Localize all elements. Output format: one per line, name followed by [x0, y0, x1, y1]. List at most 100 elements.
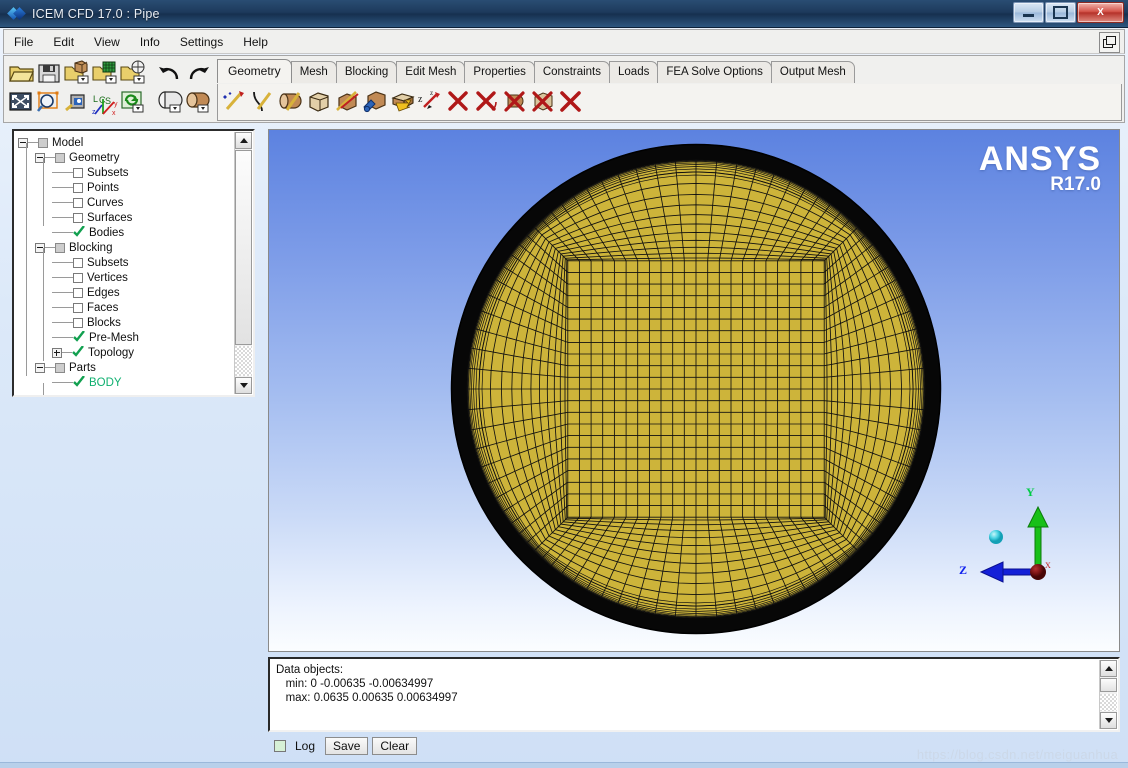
- fit-window-icon[interactable]: [8, 90, 35, 116]
- tree-item-parts[interactable]: Parts: [18, 360, 236, 375]
- tree-unchecked-checkbox[interactable]: [73, 272, 83, 283]
- open-blocking-icon[interactable]: [120, 60, 147, 86]
- tree-unchecked-checkbox[interactable]: [73, 287, 83, 298]
- log-checkbox[interactable]: [274, 740, 286, 752]
- tree-item-surfaces[interactable]: Surfaces: [18, 210, 236, 225]
- repair-geometry-icon[interactable]: [334, 89, 361, 115]
- tree-item-subsets[interactable]: Subsets: [18, 255, 236, 270]
- delete-curve-icon[interactable]: [474, 89, 501, 115]
- tree-scrollbar-track[interactable]: [235, 346, 252, 376]
- tree-collapse-icon[interactable]: [35, 362, 45, 373]
- local-coord-system-icon[interactable]: L C S x y z: [92, 90, 119, 117]
- tree-checked-icon[interactable]: [73, 375, 85, 389]
- tree-item-vertices[interactable]: Vertices: [18, 270, 236, 285]
- tree-unchecked-checkbox[interactable]: [73, 212, 83, 223]
- message-scrollbar[interactable]: [1099, 660, 1117, 729]
- maximize-restore-button[interactable]: [1045, 2, 1076, 23]
- tree-item-model[interactable]: Model: [18, 135, 236, 150]
- tree-partial-checkbox[interactable]: [38, 137, 48, 148]
- open-geometry-icon[interactable]: [64, 60, 91, 86]
- tree-checked-icon[interactable]: [72, 345, 84, 359]
- clear-button[interactable]: Clear: [372, 737, 418, 755]
- menu-settings[interactable]: Settings: [171, 33, 232, 51]
- undo-icon[interactable]: [157, 60, 184, 86]
- tree-partial-checkbox[interactable]: [55, 152, 65, 163]
- cut-cylinder-icon[interactable]: [157, 90, 184, 116]
- tab-properties[interactable]: Properties: [464, 61, 535, 83]
- save-button[interactable]: Save: [325, 737, 369, 755]
- tree-item-subsets[interactable]: Subsets: [18, 165, 236, 180]
- redo-icon[interactable]: [185, 60, 212, 86]
- menu-edit[interactable]: Edit: [44, 33, 83, 51]
- message-scroll-down-arrow-icon[interactable]: [1100, 712, 1117, 729]
- tree-item-blocking[interactable]: Blocking: [18, 240, 236, 255]
- create-surface-icon[interactable]: [278, 89, 305, 115]
- open-file-icon[interactable]: [8, 60, 35, 86]
- create-point-icon[interactable]: [222, 89, 249, 115]
- restore-window-icon[interactable]: [1099, 32, 1120, 53]
- tree-connector: [28, 142, 38, 143]
- tab-edit-mesh[interactable]: Edit Mesh: [396, 61, 466, 83]
- scroll-up-arrow-icon[interactable]: [235, 132, 252, 149]
- tree-item-blocks[interactable]: Blocks: [18, 315, 236, 330]
- menu-view[interactable]: View: [85, 33, 129, 51]
- tree-item-topology[interactable]: Topology: [18, 345, 236, 360]
- message-scrollbar-thumb[interactable]: [1100, 678, 1117, 692]
- menu-info[interactable]: Info: [131, 33, 169, 51]
- tree-unchecked-checkbox[interactable]: [73, 317, 83, 328]
- create-curve-icon[interactable]: [250, 89, 277, 115]
- tree-unchecked-checkbox[interactable]: [73, 167, 83, 178]
- measure-icon[interactable]: [64, 90, 91, 116]
- restore-dormant-icon[interactable]: [390, 89, 417, 115]
- tab-mesh[interactable]: Mesh: [290, 61, 337, 83]
- tree-item-geometry[interactable]: Geometry: [18, 150, 236, 165]
- delete-point-icon[interactable]: [446, 89, 473, 115]
- tree-item-points[interactable]: Points: [18, 180, 236, 195]
- tree-item-edges[interactable]: Edges: [18, 285, 236, 300]
- zoom-box-icon[interactable]: [36, 90, 63, 116]
- tree-item-body[interactable]: BODY: [18, 375, 236, 390]
- tree-item-bodies[interactable]: Bodies: [18, 225, 236, 240]
- tree-connector: [52, 187, 73, 188]
- tree-checked-icon[interactable]: [73, 330, 85, 344]
- delete-surface-icon[interactable]: [502, 89, 529, 115]
- message-panel[interactable]: Data objects: min: 0 -0.00635 -0.0063499…: [268, 657, 1120, 732]
- save-file-icon[interactable]: [36, 60, 63, 86]
- tree-scrollbar[interactable]: [234, 132, 252, 394]
- delete-body-icon[interactable]: [530, 89, 557, 115]
- tab-geometry[interactable]: Geometry: [217, 59, 292, 83]
- transform-geometry-icon[interactable]: [362, 89, 389, 115]
- tree-expand-icon[interactable]: [52, 347, 62, 358]
- tree-unchecked-checkbox[interactable]: [73, 257, 83, 268]
- tree-item-faces[interactable]: Faces: [18, 300, 236, 315]
- tree-unchecked-checkbox[interactable]: [73, 197, 83, 208]
- solid-cylinder-icon[interactable]: [185, 90, 212, 116]
- tree-partial-checkbox[interactable]: [55, 362, 65, 373]
- tab-blocking[interactable]: Blocking: [335, 61, 398, 83]
- menu-help[interactable]: Help: [234, 33, 277, 51]
- tree-unchecked-checkbox[interactable]: [73, 182, 83, 193]
- tree-checked-icon[interactable]: [73, 225, 85, 239]
- create-midsurface-icon[interactable]: z z: [418, 89, 445, 115]
- tree-scrollbar-thumb[interactable]: [235, 150, 252, 345]
- delete-any-icon[interactable]: [558, 89, 585, 115]
- tree-item-pre-mesh[interactable]: Pre-Mesh: [18, 330, 236, 345]
- refresh-icon[interactable]: [120, 90, 147, 116]
- graphics-viewport[interactable]: X Y Z ANSYS R17.0: [268, 129, 1120, 652]
- tab-fea-solve-options[interactable]: FEA Solve Options: [657, 61, 772, 83]
- tree-partial-checkbox[interactable]: [55, 242, 65, 253]
- message-scrollbar-track[interactable]: [1100, 694, 1117, 711]
- close-button[interactable]: X: [1077, 2, 1124, 23]
- open-mesh-icon[interactable]: [92, 60, 119, 86]
- menu-file[interactable]: File: [5, 33, 42, 51]
- tab-output-mesh[interactable]: Output Mesh: [770, 61, 855, 83]
- model-tree-panel[interactable]: Model Geometry Subsets Points Curves Surfaces…: [12, 129, 255, 397]
- tree-item-curves[interactable]: Curves: [18, 195, 236, 210]
- message-scroll-up-arrow-icon[interactable]: [1100, 660, 1117, 677]
- tab-constraints[interactable]: Constraints: [533, 61, 611, 83]
- minimize-button[interactable]: [1013, 2, 1044, 23]
- scroll-down-arrow-icon[interactable]: [235, 377, 252, 394]
- create-body-icon[interactable]: [306, 89, 333, 115]
- tree-unchecked-checkbox[interactable]: [73, 302, 83, 313]
- tab-loads[interactable]: Loads: [609, 61, 659, 83]
